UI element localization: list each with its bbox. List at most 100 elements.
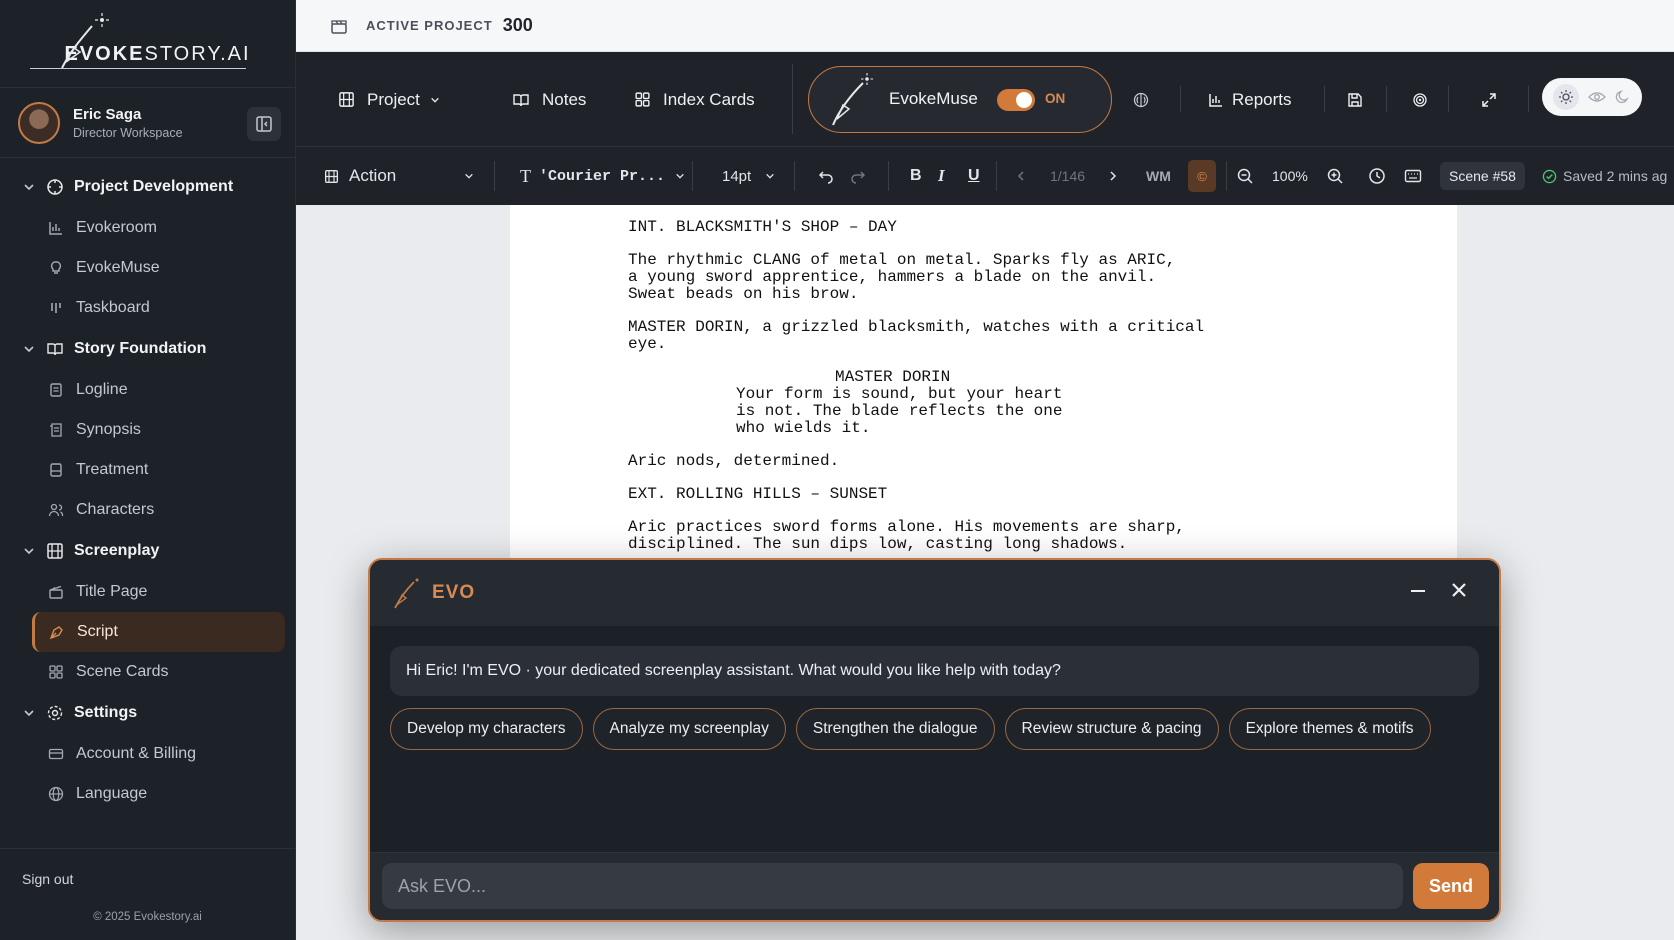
- brand-logo[interactable]: EVOKESTORY.AI: [0, 0, 295, 88]
- nav-group-settings[interactable]: Settings: [0, 692, 295, 734]
- sidebar-item-characters[interactable]: Characters: [0, 490, 285, 530]
- notes-button[interactable]: Notes: [512, 52, 586, 147]
- undo-icon: [818, 171, 833, 184]
- chevron-down-icon: [676, 173, 684, 179]
- index-cards-button[interactable]: Index Cards: [634, 52, 755, 147]
- active-project-label: ACTIVE PROJECT: [366, 18, 493, 33]
- chevron-down-icon: [431, 97, 439, 103]
- save-button[interactable]: [1346, 52, 1364, 147]
- close-icon[interactable]: [1449, 580, 1469, 600]
- evo-greeting-message: Hi Eric! I'm EVO · your dedicated screen…: [390, 646, 1479, 696]
- font-family-select[interactable]: T 'Courier Pr...: [520, 147, 685, 205]
- sidebar-nav: Project Development Evokeroom EvokeMuse …: [0, 158, 295, 814]
- kanban-icon: [51, 303, 61, 313]
- italic-button[interactable]: I: [938, 147, 945, 205]
- watermark-button[interactable]: WM: [1146, 147, 1171, 205]
- brain-button[interactable]: [1132, 52, 1150, 147]
- light-theme-button[interactable]: [1552, 84, 1579, 110]
- chevron-down-icon: [24, 346, 34, 353]
- nav-group-label: Settings: [74, 704, 138, 721]
- script-line: EXT. ROLLING HILLS – SUNSET: [628, 485, 888, 503]
- film-icon: [325, 169, 338, 183]
- theme-switcher[interactable]: [1542, 78, 1642, 116]
- evokemuse-toggle-switch[interactable]: [997, 89, 1035, 111]
- divider: [494, 161, 495, 191]
- nav-group-project-development[interactable]: Project Development: [0, 166, 295, 208]
- history-button[interactable]: [1368, 147, 1386, 205]
- fullscreen-button[interactable]: [1480, 52, 1498, 147]
- document-icon: [50, 383, 62, 397]
- reports-button[interactable]: Reports: [1208, 52, 1292, 147]
- save-icon: [1348, 92, 1362, 107]
- chip-review-structure[interactable]: Review structure & pacing: [1004, 708, 1219, 750]
- clock-icon: [1369, 168, 1385, 184]
- dark-theme-button[interactable]: [1615, 89, 1631, 105]
- sidebar-item-title-page[interactable]: Title Page: [0, 572, 285, 612]
- user-profile[interactable]: Eric Saga Director Workspace: [0, 88, 295, 158]
- chevron-down-icon: [465, 173, 473, 179]
- copyright: © 2025 Evokestory.ai: [93, 911, 202, 923]
- prev-page-button[interactable]: [1016, 147, 1026, 205]
- evo-assistant-panel: EVO Hi Eric! I'm EVO · your dedicated sc…: [368, 558, 1501, 922]
- redo-icon: [851, 171, 866, 184]
- element-type-select[interactable]: Action: [324, 147, 474, 205]
- font-icon: T: [520, 165, 531, 186]
- nav-group-screenplay[interactable]: Screenplay: [0, 530, 295, 572]
- script-line: [628, 353, 1457, 369]
- character-cue: MASTER DORIN: [835, 368, 951, 386]
- logo-light: STORY.AI: [144, 43, 251, 65]
- next-page-button[interactable]: [1108, 147, 1118, 205]
- notebook-icon: [50, 463, 62, 477]
- target-button[interactable]: [1412, 52, 1428, 147]
- avatar[interactable]: [18, 101, 60, 144]
- sidebar-item-evokeroom[interactable]: Evokeroom: [0, 208, 285, 248]
- sign-out-link[interactable]: Sign out: [22, 871, 73, 887]
- evokemuse-label: EvokeMuse: [889, 89, 978, 108]
- send-button[interactable]: Send: [1413, 863, 1489, 909]
- project-menu-button[interactable]: Project: [338, 52, 440, 147]
- sidebar-item-treatment[interactable]: Treatment: [0, 450, 285, 490]
- sidebar-item-script[interactable]: Script: [32, 612, 285, 652]
- script-line: [628, 503, 1457, 519]
- divider: [1226, 161, 1227, 191]
- focus-theme-button[interactable]: [1588, 90, 1606, 104]
- redo-button[interactable]: [850, 147, 866, 205]
- chevron-down-icon: [24, 548, 34, 555]
- sidebar-item-taskboard[interactable]: Taskboard: [0, 288, 285, 328]
- users-icon: [48, 503, 64, 517]
- scene-indicator[interactable]: Scene #58: [1440, 147, 1525, 205]
- copyright-toggle[interactable]: ©: [1188, 147, 1216, 205]
- zoom-in-icon: [1327, 168, 1343, 184]
- evokemuse-toggle-card[interactable]: EvokeMuse ON: [808, 66, 1112, 133]
- sidebar-item-account-billing[interactable]: Account & Billing: [0, 734, 285, 774]
- undo-button[interactable]: [818, 147, 834, 205]
- divider: [888, 161, 889, 191]
- globe-icon: [48, 786, 64, 802]
- minimize-icon[interactable]: [1409, 582, 1427, 600]
- sidebar-item-synopsis[interactable]: Synopsis: [0, 410, 285, 450]
- lightbulb-icon: [50, 261, 62, 274]
- zoom-in-button[interactable]: [1326, 147, 1344, 205]
- bold-button[interactable]: B: [910, 147, 922, 205]
- script-page[interactable]: INT. BLACKSMITH'S SHOP – DAY The rhythmic…: [510, 205, 1457, 575]
- sidebar-item-scene-cards[interactable]: Scene Cards: [0, 652, 285, 692]
- keyboard-icon: [1404, 169, 1422, 183]
- chip-develop-characters[interactable]: Develop my characters: [390, 708, 583, 750]
- underline-button[interactable]: U: [968, 147, 980, 205]
- chip-explore-themes[interactable]: Explore themes & motifs: [1228, 708, 1431, 750]
- chip-strengthen-dialogue[interactable]: Strengthen the dialogue: [795, 708, 995, 750]
- expand-icon: [1482, 92, 1496, 107]
- divider: [996, 161, 997, 191]
- nav-group-story-foundation[interactable]: Story Foundation: [0, 328, 295, 370]
- sidebar-item-evokemuse[interactable]: EvokeMuse: [0, 248, 285, 288]
- chevron-left-icon: [1017, 171, 1024, 181]
- zoom-out-button[interactable]: [1236, 147, 1254, 205]
- collapse-sidebar-button[interactable]: [247, 107, 281, 141]
- sidebar-item-language[interactable]: Language: [0, 774, 285, 814]
- user-workspace: Director Workspace: [73, 125, 183, 140]
- font-size-select[interactable]: 14pt: [722, 147, 775, 205]
- ask-evo-input[interactable]: [382, 863, 1403, 909]
- chip-analyze-screenplay[interactable]: Analyze my screenplay: [592, 708, 786, 750]
- keyboard-button[interactable]: [1404, 147, 1422, 205]
- sidebar-item-logline[interactable]: Logline: [0, 370, 285, 410]
